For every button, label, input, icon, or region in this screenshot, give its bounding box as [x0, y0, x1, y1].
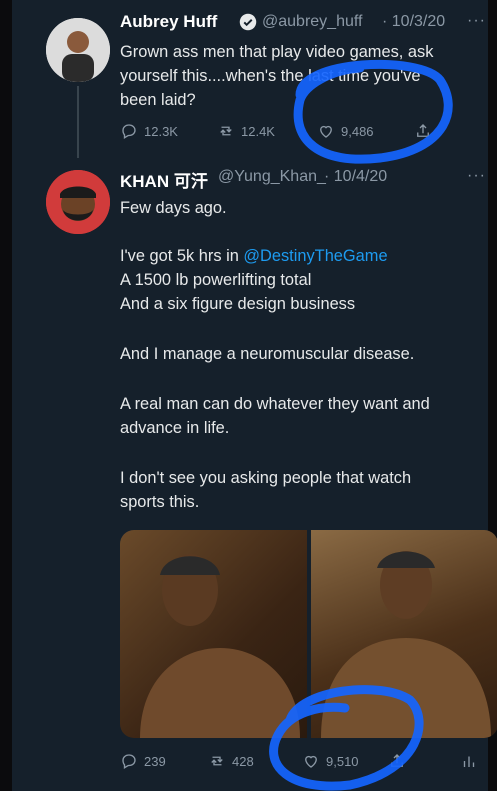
- more-icon[interactable]: ···: [467, 167, 486, 185]
- tweet-text-line: advance in life.: [120, 419, 230, 437]
- retweet-button[interactable]: 428: [208, 752, 254, 770]
- like-button[interactable]: 9,510: [302, 752, 359, 770]
- analytics-button[interactable]: [460, 752, 478, 770]
- tweet-date[interactable]: · 10/4/20: [324, 168, 387, 186]
- share-icon: [391, 754, 403, 767]
- author-name[interactable]: KHAN 可汗: [120, 167, 208, 192]
- tweet-text-line: I don't see you asking people that watch: [120, 469, 412, 487]
- tweet-text-line: yourself this....when's the last time yo…: [120, 67, 421, 85]
- tweet-text-line: And I manage a neuromuscular disease.: [120, 345, 415, 363]
- retweet-icon: [220, 126, 232, 136]
- like-icon: [320, 125, 332, 138]
- avatar-khan[interactable]: [46, 170, 110, 234]
- reply-button[interactable]: 239: [120, 752, 166, 770]
- tweet-text-line: A real man can do whatever they want and: [120, 395, 430, 413]
- retweet-count: 428: [232, 753, 254, 769]
- verified-badge-icon: [239, 13, 257, 31]
- tweet-text-line: sports this.: [120, 493, 200, 511]
- share-icon: [417, 124, 429, 137]
- reply-icon: [122, 754, 136, 769]
- author-handle[interactable]: @Yung_Khan_: [218, 168, 326, 186]
- photo-1[interactable]: [120, 530, 307, 738]
- like-button[interactable]: 9,486: [317, 122, 374, 140]
- like-icon: [305, 755, 317, 768]
- more-icon[interactable]: ···: [467, 12, 486, 30]
- tweet-text-line: Grown ass men that play video games, ask: [120, 43, 434, 61]
- share-button[interactable]: [414, 122, 432, 140]
- tweet-text-segment: I've got 5k hrs in: [120, 247, 244, 265]
- thread-connector: [77, 86, 79, 158]
- tweet-text-line: A 1500 lb powerlifting total: [120, 271, 312, 289]
- photo-2[interactable]: [311, 530, 497, 738]
- reply-button[interactable]: 12.3K: [120, 122, 178, 140]
- retweet-count: 12.4K: [241, 123, 275, 139]
- timeline-panel: Aubrey Huff @aubrey_huff · 10/3/20 ··· G…: [12, 0, 497, 791]
- avatar-aubrey-huff[interactable]: [46, 18, 110, 82]
- reply-count: 12.3K: [144, 123, 178, 139]
- like-count: 9,486: [341, 123, 374, 139]
- tweet-text-line: And a six figure design business: [120, 295, 356, 313]
- mention-link[interactable]: @DestinyTheGame: [243, 247, 387, 265]
- share-button[interactable]: [388, 752, 406, 770]
- like-count: 9,510: [326, 753, 359, 769]
- retweet-button[interactable]: 12.4K: [217, 122, 275, 140]
- tweet-text-line: I've got 5k hrs in @DestinyTheGame: [120, 244, 388, 268]
- reply-icon: [122, 124, 136, 139]
- tweet-text-line: been laid?: [120, 91, 196, 109]
- tweet-text: Grown ass men that play video games, ask…: [120, 40, 433, 112]
- author-handle[interactable]: @aubrey_huff: [262, 13, 362, 31]
- reply-count: 239: [144, 753, 166, 769]
- tweet-date[interactable]: · 10/3/20: [382, 13, 445, 31]
- analytics-icon: [463, 756, 475, 767]
- tweet-media[interactable]: [120, 530, 497, 738]
- author-name[interactable]: Aubrey Huff: [120, 12, 217, 32]
- tweet-text-line: Few days ago.: [120, 199, 227, 217]
- retweet-icon: [211, 756, 223, 766]
